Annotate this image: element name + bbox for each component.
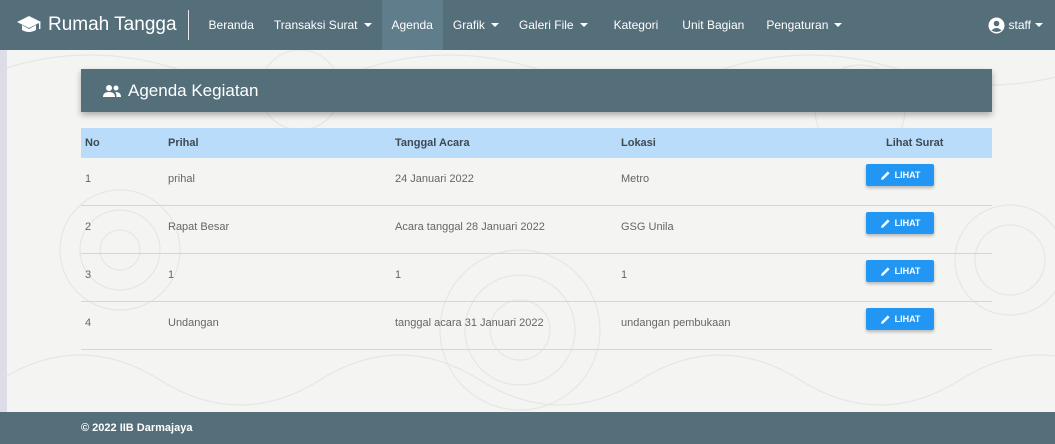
- cell-lokasi: undangan pembukaan: [621, 317, 731, 329]
- nav-agenda[interactable]: Agenda: [381, 0, 443, 50]
- pencil-icon: [880, 315, 890, 324]
- caret-down-icon: [834, 23, 843, 27]
- card-header: Agenda Kegiatan: [81, 69, 992, 112]
- nav-label: Agenda: [391, 18, 433, 32]
- brand-link[interactable]: Rumah Tangga: [0, 0, 177, 50]
- cell-tanggal: 1: [395, 269, 402, 281]
- graduation-cap-icon: [17, 16, 41, 32]
- lihat-label: LIHAT: [894, 218, 921, 229]
- cell-prihal: prihal: [168, 173, 195, 185]
- cell-lokasi: GSG Unila: [621, 221, 674, 233]
- cell-action: LIHAT: [842, 164, 992, 187]
- header-tanggal: Tanggal Acara: [395, 137, 470, 149]
- pencil-icon: [880, 171, 890, 180]
- header-prihal: Prihal: [168, 137, 199, 149]
- cell-tanggal: 24 Januari 2022: [395, 173, 474, 185]
- cell-no: 3: [85, 269, 92, 281]
- user-name: staff: [1008, 18, 1031, 32]
- header-lokasi: Lokasi: [621, 137, 656, 149]
- table-row: 3 1 1 1 LIHAT: [81, 254, 992, 302]
- cell-action: LIHAT: [842, 260, 992, 283]
- agenda-table: No Prihal Tanggal Acara Lokasi Lihat Sur…: [81, 128, 992, 350]
- cell-prihal: Undangan: [168, 317, 219, 329]
- brand-divider: [187, 10, 189, 40]
- lihat-button[interactable]: LIHAT: [866, 308, 934, 331]
- user-menu[interactable]: staff: [988, 17, 1055, 34]
- caret-down-icon: [579, 23, 588, 27]
- cell-no: 2: [85, 221, 92, 233]
- cell-prihal: Rapat Besar: [168, 221, 230, 233]
- nav-label: Grafik: [452, 18, 485, 32]
- cell-prihal: 1: [168, 269, 175, 281]
- nav-label: Unit Bagian: [682, 18, 745, 32]
- table-row: 1 prihal 24 Januari 2022 Metro LIHAT: [81, 158, 992, 206]
- nav-transaksi-surat[interactable]: Transaksi Surat: [264, 0, 382, 50]
- navbar: Rumah Tangga Beranda Transaksi Surat Age…: [0, 0, 1055, 50]
- table-row: 4 Undangan tanggal acara 31 Januari 2022…: [81, 302, 992, 350]
- caret-down-icon: [1035, 23, 1043, 27]
- table-row: 2 Rapat Besar Acara tanggal 28 Januari 2…: [81, 206, 992, 254]
- cell-action: LIHAT: [842, 308, 992, 331]
- cell-lokasi: Metro: [621, 173, 650, 185]
- lihat-button[interactable]: LIHAT: [866, 260, 934, 283]
- card-title: Agenda Kegiatan: [128, 80, 259, 100]
- lihat-button[interactable]: LIHAT: [866, 212, 934, 235]
- nav-unit-bagian[interactable]: Unit Bagian: [672, 0, 756, 50]
- nav-label: Galeri File: [518, 18, 574, 32]
- cell-no: 1: [85, 173, 92, 185]
- footer: © 2022 IIB Darmajaya: [0, 412, 1055, 444]
- nav-label: Transaksi Surat: [273, 18, 358, 32]
- cell-tanggal: tanggal acara 31 Januari 2022: [395, 317, 544, 329]
- nav-label: Pengaturan: [766, 18, 829, 32]
- header-no: No: [85, 137, 100, 149]
- cell-action: LIHAT: [842, 212, 992, 235]
- caret-down-icon: [363, 23, 372, 27]
- lihat-button[interactable]: LIHAT: [866, 164, 934, 187]
- lihat-label: LIHAT: [894, 266, 921, 277]
- nav-grafik[interactable]: Grafik: [443, 0, 509, 50]
- pencil-icon: [880, 219, 890, 228]
- header-lihat-surat: Lihat Surat: [886, 137, 944, 149]
- left-edge-strip: [0, 50, 7, 412]
- pencil-icon: [880, 267, 890, 276]
- brand-title: Rumah Tangga: [48, 14, 177, 35]
- lihat-label: LIHAT: [894, 170, 921, 181]
- caret-down-icon: [490, 23, 499, 27]
- table-header: No Prihal Tanggal Acara Lokasi Lihat Sur…: [81, 128, 992, 158]
- cell-lokasi: 1: [621, 269, 628, 281]
- nav-kategori[interactable]: Kategori: [598, 0, 673, 50]
- footer-copyright: © 2022 IIB Darmajaya: [81, 422, 193, 434]
- nav-label: Beranda: [208, 18, 254, 32]
- cell-tanggal: Acara tanggal 28 Januari 2022: [395, 221, 545, 233]
- nav-label: Kategori: [613, 18, 659, 32]
- nav-galeri-file[interactable]: Galeri File: [509, 0, 598, 50]
- group-icon: [103, 84, 121, 97]
- nav-beranda[interactable]: Beranda: [199, 0, 264, 50]
- lihat-label: LIHAT: [894, 314, 921, 325]
- nav-pengaturan[interactable]: Pengaturan: [756, 0, 852, 50]
- user-circle-icon: [988, 17, 1005, 33]
- cell-no: 4: [85, 317, 92, 329]
